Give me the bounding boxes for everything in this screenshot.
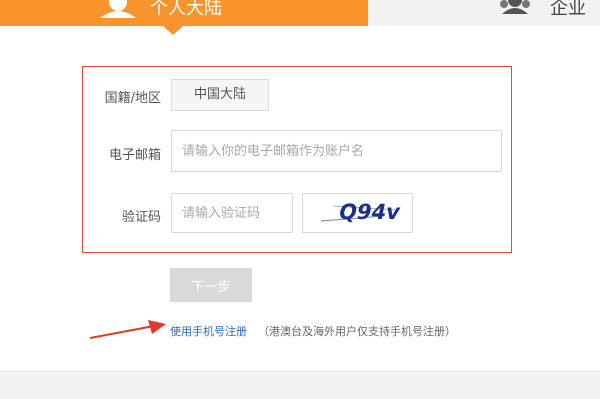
phone-register-link[interactable]: 使用手机号注册 (170, 323, 247, 339)
tab-pointer (163, 26, 183, 35)
red-arrow-icon (89, 320, 166, 339)
captcha-text: Q94v (336, 200, 402, 225)
phone-register-note: （港澳台及海外用户仅支持手机号注册） (258, 325, 456, 338)
country-label: 国籍/地区 (104, 91, 161, 106)
captcha-input[interactable] (171, 193, 293, 233)
email-input[interactable] (171, 130, 502, 172)
tab-enterprise-label: 企业 (550, 0, 586, 19)
captcha-graphic: Q94v (320, 200, 403, 225)
group-icon (500, 0, 530, 14)
captcha-label: 验证码 (121, 210, 161, 225)
person-icon (100, 0, 136, 18)
email-label: 电子邮箱 (108, 148, 161, 163)
tab-personal[interactable]: 个人大陆 (0, 0, 368, 26)
bottom-strip (0, 371, 600, 399)
captcha-image[interactable]: Q94v (302, 193, 413, 233)
register-tabs: 个人大陆 企业 (0, 0, 600, 35)
tab-enterprise[interactable]: 企业 (368, 0, 600, 26)
next-step-button[interactable]: 下一步 (170, 268, 252, 302)
register-form: 国籍/地区 中国大陆 电子邮箱 验证码 Q94v (82, 66, 512, 253)
tab-personal-label: 个人大陆 (150, 0, 222, 19)
country-select[interactable]: 中国大陆 (171, 79, 269, 111)
